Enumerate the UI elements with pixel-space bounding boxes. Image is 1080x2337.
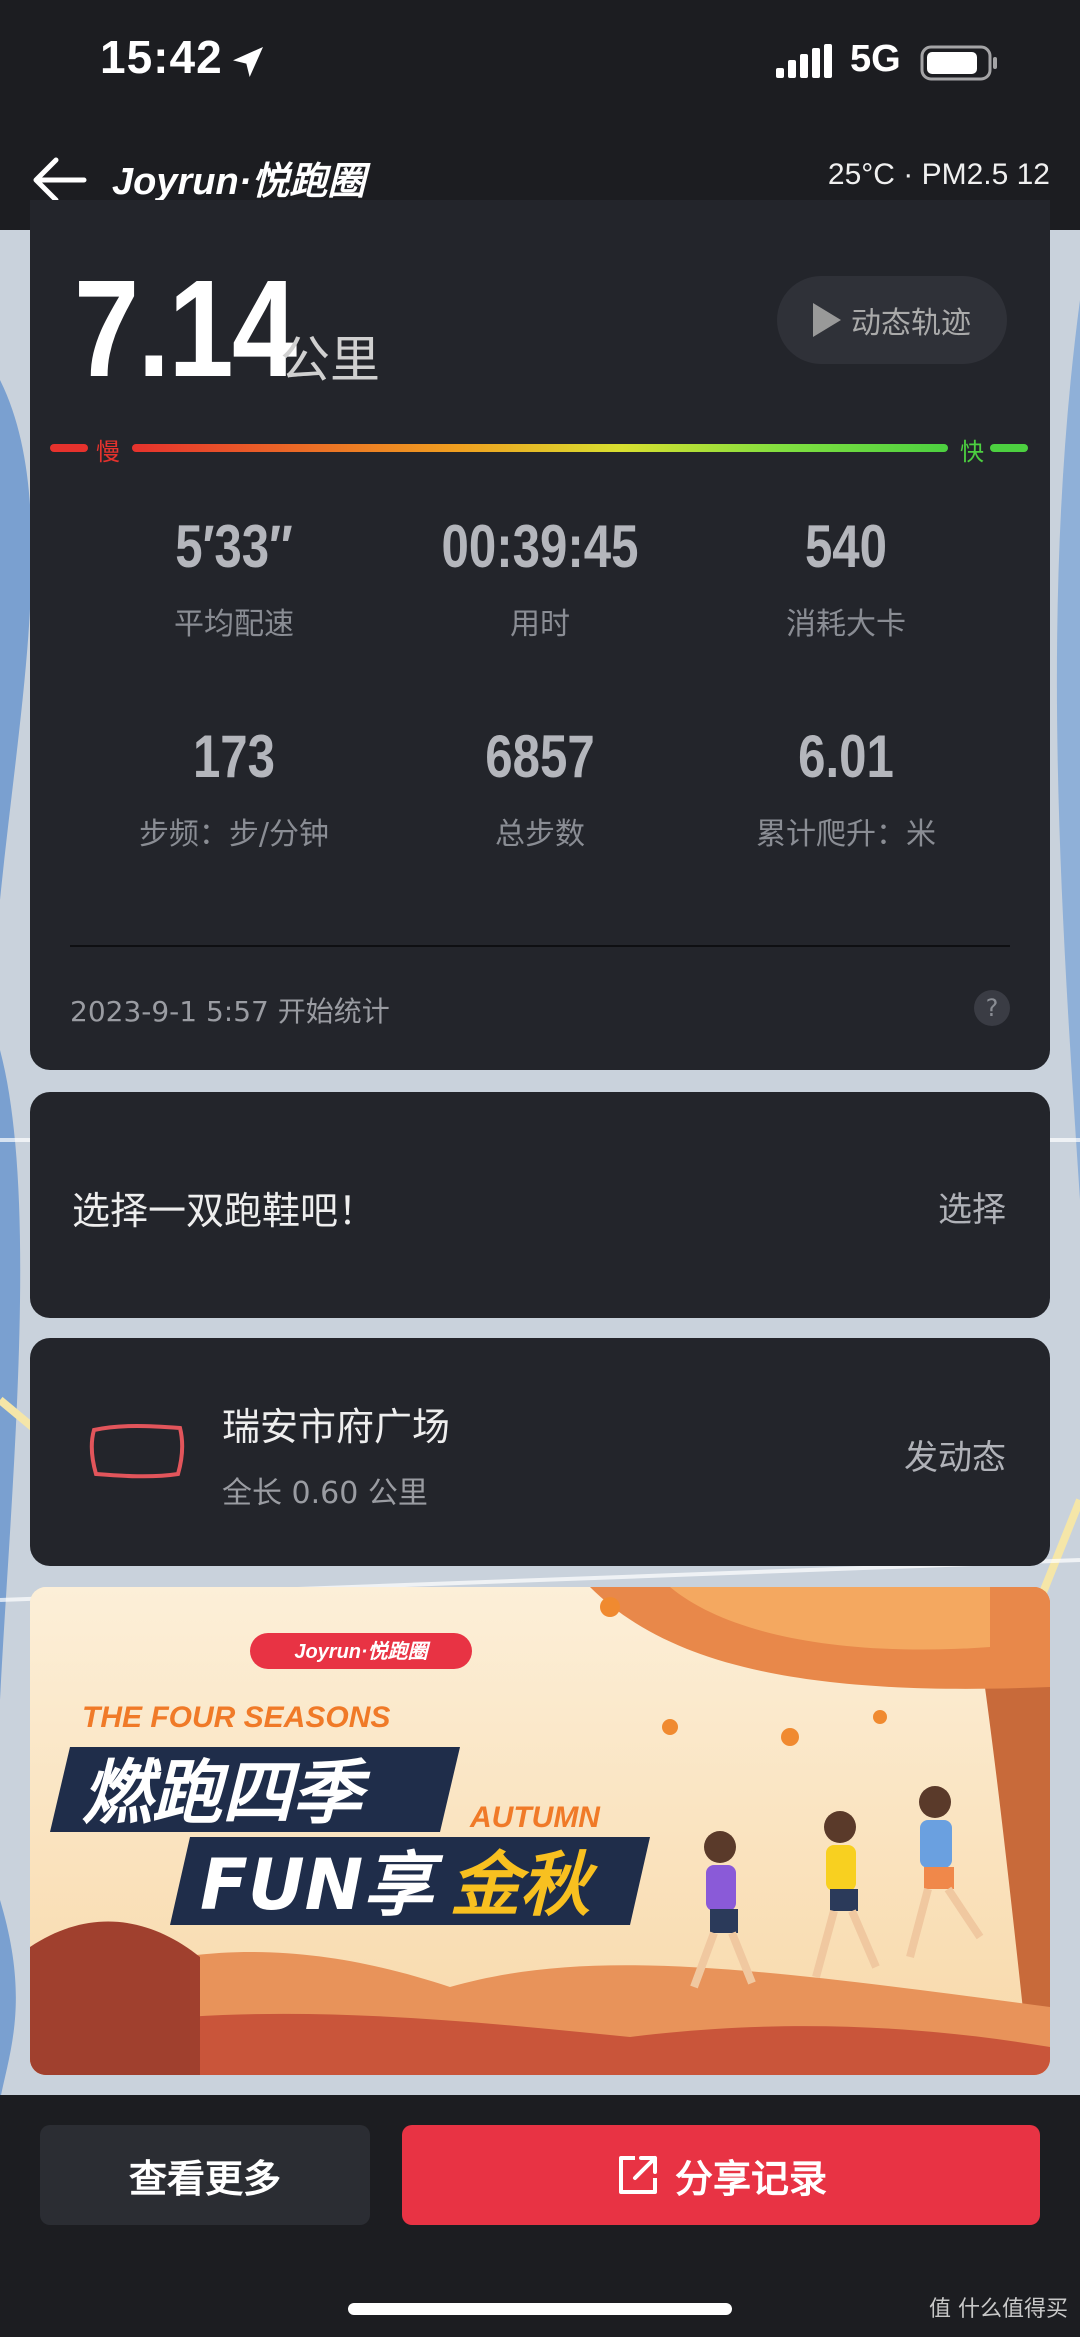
stat-label: 用时 — [510, 607, 570, 642]
shoe-select-card[interactable]: 选择一双跑鞋吧！ 选择 — [30, 1092, 1050, 1318]
home-indicator — [348, 2303, 732, 2315]
route-name: 瑞安市府广场 — [222, 1405, 451, 1449]
stat-value: 00:39:45 — [441, 513, 639, 580]
pace-bar-left — [50, 444, 88, 452]
pace-gradient — [132, 444, 948, 452]
route-card[interactable]: 瑞安市府广场 全长 0.60 公里 发动态 — [30, 1338, 1050, 1566]
run-summary-card: 7.14 公里 动态轨迹 慢 快 5′33″ 平均配速 00:39:45 用时 … — [30, 200, 1050, 1070]
network-type: 5G — [850, 38, 901, 80]
status-bar: 15:42 5G — [0, 0, 1080, 130]
stat-label: 总步数 — [495, 817, 585, 852]
watermark: 值 什么值得买 — [929, 2297, 1068, 2322]
signal-icon — [776, 44, 832, 78]
stat-label: 平均配速 — [174, 607, 294, 642]
stat-cadence: 173 步频：步/分钟 — [84, 722, 384, 853]
shoe-select-button[interactable]: 选择 — [938, 1182, 1006, 1231]
view-more-label: 查看更多 — [128, 2156, 281, 2201]
share-icon — [618, 2156, 657, 2194]
stat-value: 5′33″ — [175, 513, 293, 580]
dynamic-track-label: 动态轨迹 — [851, 306, 971, 341]
battery-icon — [920, 45, 997, 81]
banner-line2b: 金秋 — [450, 1844, 598, 1926]
view-more-button[interactable]: 查看更多 — [40, 2125, 370, 2225]
location-arrow-icon — [233, 47, 263, 77]
start-time-info: 2023-9-1 5:57 开始统计 — [70, 995, 390, 1028]
app-logo: Joyrun·悦跑圈 — [112, 161, 366, 203]
stat-duration: 00:39:45 用时 — [390, 512, 690, 643]
status-time: 15:42 — [100, 31, 223, 83]
banner-tag: AUTUMN — [469, 1801, 601, 1834]
shoe-prompt: 选择一双跑鞋吧！ — [72, 1189, 377, 1233]
distance-unit: 公里 — [280, 331, 380, 389]
help-icon[interactable]: ? — [974, 990, 1010, 1026]
stat-value: 6857 — [485, 723, 595, 790]
banner-line1: 燃跑四季 — [82, 1752, 371, 1834]
weather-info: 25°C · PM2.5 12 — [827, 158, 1050, 191]
divider — [70, 945, 1010, 947]
stat-steps: 6857 总步数 — [390, 722, 690, 853]
stat-avg-pace: 5′33″ 平均配速 — [84, 512, 384, 643]
stat-label: 消耗大卡 — [786, 607, 906, 642]
pace-bar-right — [990, 444, 1028, 452]
stat-label: 累计爬升：米 — [756, 817, 936, 852]
banner-subtitle: THE FOUR SEASONS — [82, 1701, 390, 1734]
share-record-button[interactable]: 分享记录 — [402, 2125, 1040, 2225]
route-shape-icon — [89, 1424, 185, 1479]
pace-slow-label: 慢 — [96, 438, 120, 466]
share-record-label: 分享记录 — [674, 2156, 827, 2201]
distance-value: 7.14 — [74, 252, 297, 406]
stat-value: 540 — [804, 513, 888, 580]
stat-label: 步频：步/分钟 — [138, 817, 330, 852]
stat-value: 6.01 — [798, 723, 894, 790]
banner-line2a: FUN享 — [200, 1844, 444, 1926]
stat-value: 173 — [192, 723, 276, 790]
pace-gradient-bar: 慢 快 — [50, 432, 1030, 466]
pace-fast-label: 快 — [960, 438, 984, 466]
autumn-promo-banner[interactable]: Joyrun·悦跑圈 THE FOUR SEASONS 燃跑四季 FUN享 金秋… — [30, 1587, 1050, 2075]
stat-calories: 540 消耗大卡 — [696, 512, 996, 643]
banner-brand: Joyrun·悦跑圈 — [294, 1640, 430, 1663]
dynamic-track-button[interactable]: 动态轨迹 — [777, 276, 1007, 364]
bottom-action-bar: 查看更多 分享记录 值 什么值得买 — [0, 2095, 1080, 2337]
post-feed-button[interactable]: 发动态 — [904, 1430, 1006, 1479]
stat-elevation: 6.01 累计爬升：米 — [696, 722, 996, 853]
play-icon — [813, 303, 841, 337]
route-length: 全长 0.60 公里 — [222, 1476, 428, 1511]
